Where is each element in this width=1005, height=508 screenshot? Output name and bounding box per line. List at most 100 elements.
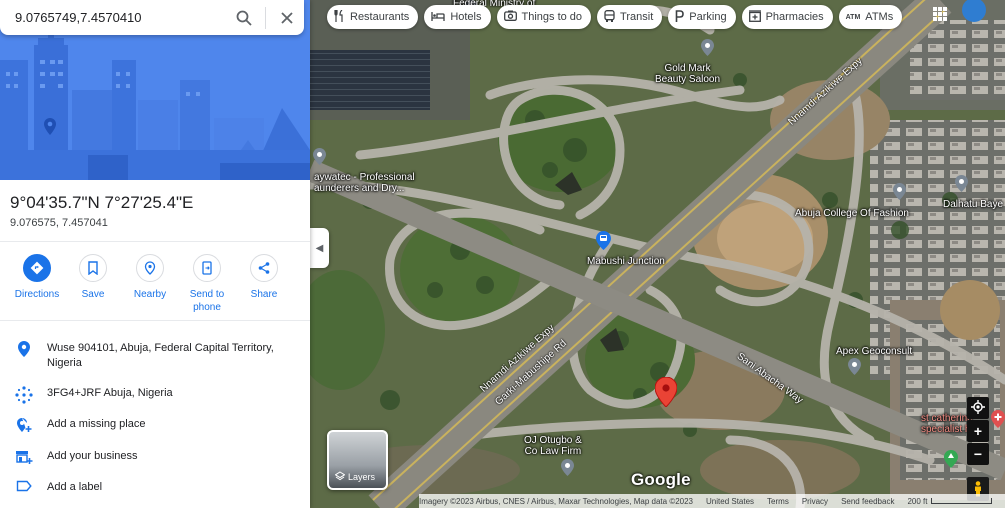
coordinates-decimal: 9.076575, 7.457041 [10,217,108,229]
chip-pharmacies[interactable]: Pharmacies [741,5,833,29]
chip-atms-label: ATMs [865,11,894,23]
chip-atms[interactable]: ATM ATMs [838,5,903,29]
chip-restaurants-label: Restaurants [350,11,410,23]
scale-label[interactable]: 200 ft [907,497,927,506]
atm-icon: ATM [845,13,861,21]
parking-icon [675,9,685,25]
directions-label: Directions [14,289,60,300]
minus-icon: − [973,446,983,462]
apps-grid-icon[interactable] [933,7,947,21]
add-business-text: Add your business [47,450,138,462]
location-pin-icon [0,341,47,357]
share-button[interactable]: Share [235,254,293,301]
attribution-bar: Imagery ©2023 Airbus, CNES / Airbus, Max… [419,494,1005,508]
add-business-icon [0,449,47,465]
poi-marker-icon[interactable] [893,183,906,200]
plus-icon: + [973,423,983,439]
map-label-apex[interactable]: Apex Geoconsult [836,346,912,357]
send-to-phone-button[interactable]: Send to phone [178,254,236,314]
directions-icon [23,254,51,282]
camera-icon [503,10,517,24]
country-link[interactable]: United States [706,497,754,506]
chip-transit[interactable]: Transit [597,5,663,29]
poi-marker-icon[interactable] [701,39,714,56]
plus-code-icon [0,386,47,404]
layers-label-row: Layers [334,471,375,483]
nearby-button[interactable]: Nearby [121,254,179,301]
add-missing-place-text: Add a missing place [47,418,146,430]
chip-parking-label: Parking [689,11,727,23]
add-location-icon [0,417,47,433]
poi-marker-icon[interactable] [955,175,968,192]
divider [0,320,310,321]
chip-hotels-label: Hotels [450,11,482,23]
add-business-row[interactable]: Add your business [0,449,310,465]
map-label-dalhatu[interactable]: Dalhatu Baye [943,199,1003,210]
address-row[interactable]: Wuse 904101, Abuja, Federal Capital Terr… [0,341,310,371]
send-to-phone-icon [193,254,221,282]
save-label: Save [81,289,105,300]
plus-code-text: 3FG4+JRF Abuja, Nigeria [47,387,173,399]
chip-hotels[interactable]: Hotels [424,5,491,29]
map-controls: + − [967,397,989,501]
category-chips: Restaurants Hotels Things to do Transit [327,5,903,29]
crosshair-icon [971,399,985,417]
google-logo: Google [631,470,691,489]
chip-things-to-do-label: Things to do [521,11,583,23]
close-icon[interactable] [270,1,304,35]
chip-parking[interactable]: Parking [668,5,736,29]
dropped-pin-icon[interactable] [655,377,677,407]
zoom-in-button[interactable]: + [967,420,989,442]
place-panel: 9.0765749,7.4570410 9°04'35.7"N 7°27'25.… [0,0,310,508]
hospital-icon[interactable] [991,410,1005,428]
chip-pharmacies-label: Pharmacies [765,11,824,23]
directions-button[interactable]: Directions [8,254,66,301]
privacy-link[interactable]: Privacy [802,497,828,506]
poi-marker-icon[interactable] [561,459,574,476]
chip-restaurants[interactable]: Restaurants [327,5,419,29]
share-icon [250,254,278,282]
google-maps-window: 9.0765749,7.4570410 9°04'35.7"N 7°27'25.… [0,0,1005,508]
search-icon[interactable] [227,1,261,35]
bed-icon [431,11,445,24]
my-location-button[interactable] [967,397,989,419]
poi-marker-icon[interactable] [848,358,861,375]
add-label-row[interactable]: Add a label [0,480,310,495]
map-label-gold-mark[interactable]: Gold Mark Beauty Saloon [655,63,720,85]
action-buttons: Directions Save Nearby Send to phone Sha… [8,254,308,314]
map-label-oj-otugbo[interactable]: OJ Otugbo & Co Law Firm [524,435,582,457]
chevron-left-icon: ◀ [315,242,324,254]
map-label-abuja-college[interactable]: Abuja College Of Fashion [795,208,909,219]
terms-link[interactable]: Terms [767,497,789,506]
search-input[interactable]: 9.0765749,7.4570410 [0,10,227,25]
add-label-text: Add a label [47,481,103,493]
bus-stop-icon[interactable] [596,231,611,250]
coordinates-title: 9°04'35.7"N 7°27'25.4"E [10,193,194,212]
chip-things-to-do[interactable]: Things to do [496,5,592,29]
nearby-icon [136,254,164,282]
address-text: Wuse 904101, Abuja, Federal Capital Terr… [47,342,274,369]
pharmacy-icon [748,9,761,25]
fork-knife-icon [334,9,345,25]
zoom-out-button[interactable]: − [967,443,989,465]
add-missing-place-row[interactable]: Add a missing place [0,417,310,433]
map-label-laundry[interactable]: aywatec - Professional aunderers and Dry… [314,172,415,194]
share-label: Share [250,289,278,300]
nearby-label: Nearby [133,289,167,300]
imagery-attribution: Imagery ©2023 Airbus, CNES / Airbus, Max… [419,496,694,506]
plus-code-row[interactable]: 3FG4+JRF Abuja, Nigeria [0,386,310,404]
layers-icon [334,471,346,483]
map-label-mabushi-junction[interactable]: Mabushi Junction [587,256,665,267]
park-icon[interactable] [944,450,958,468]
search-box[interactable]: 9.0765749,7.4570410 [0,0,304,35]
collapse-panel-button[interactable]: ◀ [310,228,329,268]
search-divider [265,6,266,29]
send-feedback-link[interactable]: Send feedback [841,497,894,506]
poi-marker-icon[interactable] [313,148,326,165]
satellite-map[interactable]: Federal Ministry of Gold Mark Beauty Sal… [310,0,1005,508]
save-button[interactable]: Save [64,254,122,301]
send-to-phone-label: Send to phone [189,289,225,313]
scale-bar[interactable] [931,498,992,504]
layers-button[interactable]: Layers [327,430,388,490]
bus-icon [604,9,615,25]
